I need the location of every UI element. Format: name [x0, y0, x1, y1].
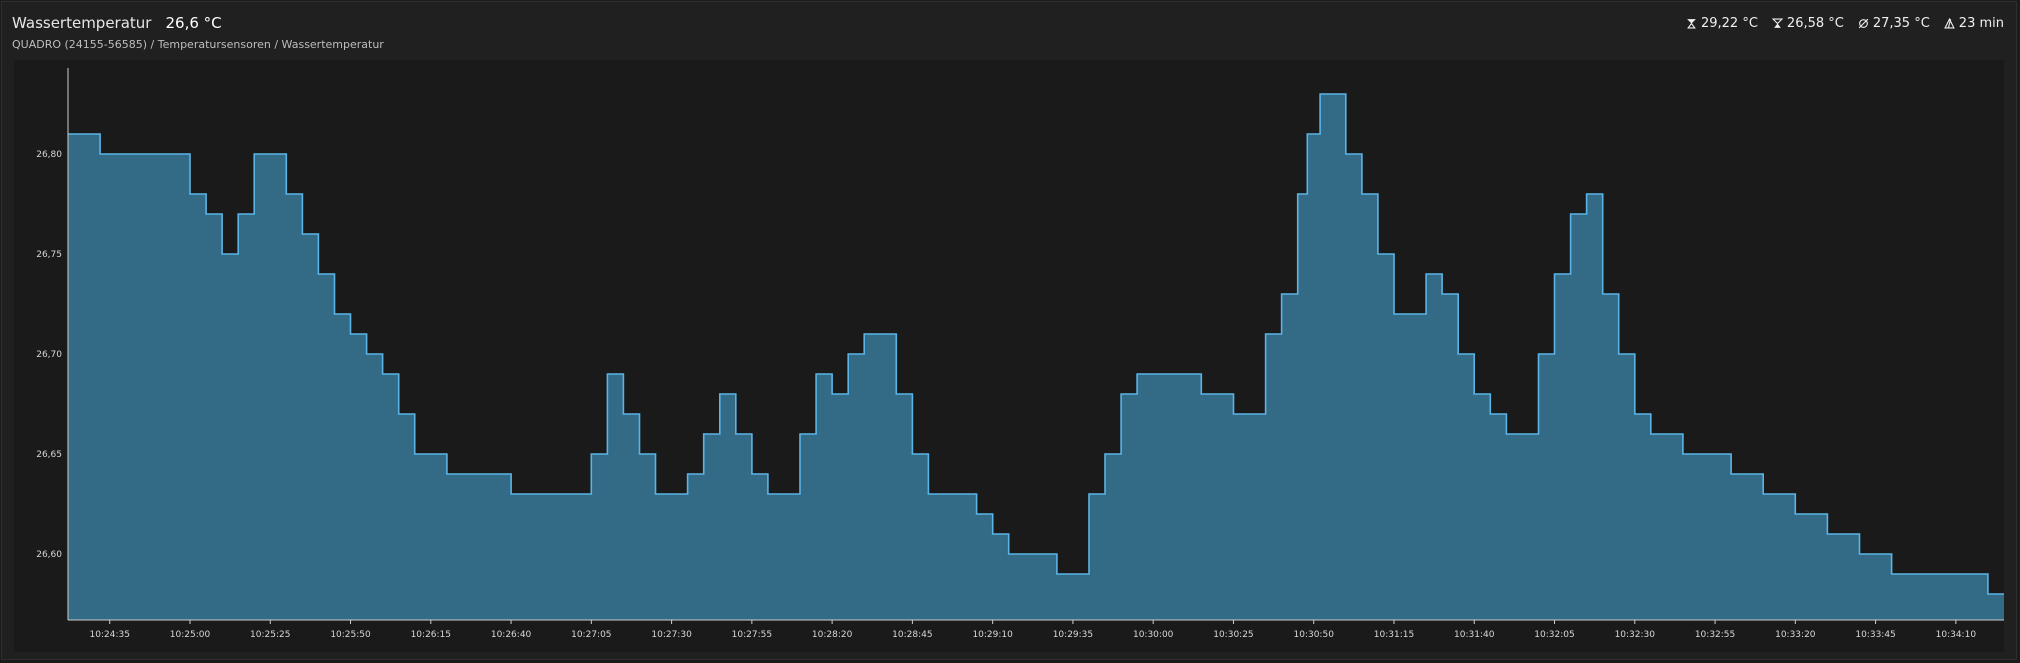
stat-average: 27,35 °C: [1858, 16, 1930, 31]
y-axis: 26,60 26,65 26,70 26,75 26,80: [36, 68, 69, 620]
y-tick-label: 26,80: [36, 150, 62, 160]
x-tick-label: 10:27:30: [651, 630, 692, 640]
stat-average-value: 27,35 °C: [1872, 16, 1930, 31]
stat-duration-value: 23 min: [1958, 16, 2004, 31]
x-tick-label: 10:31:40: [1454, 630, 1495, 640]
x-tick-label: 10:26:15: [411, 630, 451, 640]
x-tick-label: 10:29:35: [1053, 630, 1093, 640]
max-icon: [1687, 19, 1696, 29]
x-tick-label: 10:26:40: [491, 630, 532, 640]
title-row: Wassertemperatur 26,6 °C: [12, 14, 222, 32]
min-icon: [1771, 18, 1783, 28]
x-tick-label: 10:33:20: [1775, 630, 1816, 640]
x-tick-label: 10:30:50: [1294, 630, 1335, 640]
x-tick-label: 10:27:55: [732, 630, 772, 640]
x-tick-label: 10:24:35: [90, 630, 130, 640]
stat-min: 26,58 °C: [1771, 16, 1844, 31]
y-tick-label: 26,75: [36, 250, 62, 260]
stat-min-value: 26,58 °C: [1786, 16, 1844, 31]
stat-duration: 23 min: [1944, 16, 2004, 31]
x-tick-label: 10:32:05: [1534, 630, 1574, 640]
y-tick-label: 26,65: [36, 450, 62, 460]
x-tick-label: 10:30:00: [1133, 630, 1174, 640]
header: Wassertemperatur 26,6 °C QUADRO (24155-5…: [12, 12, 2006, 58]
stat-max-value: 29,22 °C: [1700, 16, 1758, 31]
series-area: [68, 94, 2004, 620]
x-tick-label: 10:30:25: [1213, 630, 1253, 640]
x-tick-label: 10:33:45: [1855, 630, 1895, 640]
x-tick-label: 10:27:05: [571, 630, 611, 640]
breadcrumb: QUADRO (24155-56585) / Temperatursensore…: [12, 38, 384, 51]
x-tick-label: 10:25:00: [170, 630, 211, 640]
y-tick-label: 26,60: [36, 550, 62, 560]
x-tick-label: 10:31:15: [1374, 630, 1414, 640]
chart-panel: 26,60 26,65 26,70 26,75 26,80 10:24:35 10:25:…: [14, 60, 2004, 652]
x-tick-label: 10:34:10: [1936, 630, 1977, 640]
average-icon: [1858, 18, 1869, 29]
x-tick-label: 10:29:10: [972, 630, 1013, 640]
stat-max: 29,22 °C: [1686, 16, 1758, 31]
x-axis: 10:24:35 10:25:00 10:25:25 10:25:50 10:26:15…: [68, 619, 2004, 640]
x-tick-label: 10:28:20: [812, 630, 853, 640]
sensor-window: Wassertemperatur 26,6 °C QUADRO (24155-5…: [1, 1, 2017, 660]
duration-icon: [1944, 18, 1955, 29]
plot-area: [68, 93, 2004, 620]
stats-bar: 29,22 °C 26,58 °C 27,35 °C 23 min: [1686, 16, 2004, 31]
x-tick-label: 10:25:25: [250, 630, 290, 640]
y-tick-label: 26,70: [36, 350, 62, 360]
x-tick-label: 10:25:50: [330, 630, 371, 640]
current-value: 26,6 °C: [165, 14, 222, 32]
temperature-chart[interactable]: 26,60 26,65 26,70 26,75 26,80 10:24:35 10:25:…: [14, 60, 2004, 652]
x-tick-label: 10:32:30: [1615, 630, 1656, 640]
page-title: Wassertemperatur: [12, 14, 152, 32]
x-tick-label: 10:28:45: [892, 630, 932, 640]
x-tick-label: 10:32:55: [1695, 630, 1735, 640]
